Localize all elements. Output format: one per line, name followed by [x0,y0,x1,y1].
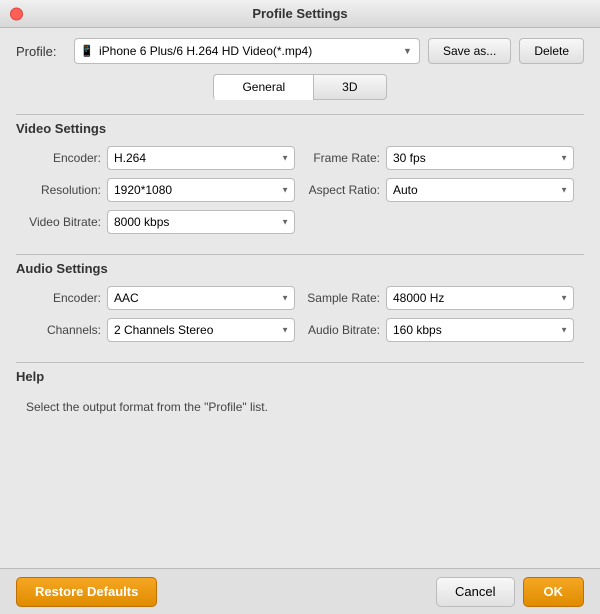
video-divider [16,114,584,115]
video-bitrate-select[interactable]: 8000 kbps 6000 kbps 4000 kbps 2000 kbps [107,210,295,234]
audio-encoder-select-wrapper: AAC MP3 AC3 [107,286,295,310]
frame-rate-label: Frame Rate: [305,151,380,165]
audio-encoder-label: Encoder: [26,291,101,305]
sample-rate-label: Sample Rate: [305,291,380,305]
help-divider [16,362,584,363]
encoder-select[interactable]: H.264 H.265 MPEG-4 [107,146,295,170]
help-title: Help [16,369,584,384]
audio-bitrate-label: Audio Bitrate: [305,323,380,337]
delete-button[interactable]: Delete [519,38,584,64]
audio-divider [16,254,584,255]
resolution-select-wrapper: 1920*1080 1280*720 854*480 640*360 [107,178,295,202]
encoder-label: Encoder: [26,151,101,165]
audio-encoder-row: Encoder: AAC MP3 AC3 [26,286,295,310]
channels-row: Channels: 2 Channels Stereo Mono 5.1 Sur… [26,318,295,342]
video-bitrate-row: Video Bitrate: 8000 kbps 6000 kbps 4000 … [26,210,295,234]
audio-bitrate-select[interactable]: 160 kbps 128 kbps 192 kbps 320 kbps [386,318,574,342]
video-settings-grid: Encoder: H.264 H.265 MPEG-4 Frame Rate: … [16,146,584,234]
help-text: Select the output format from the "Profi… [16,394,584,420]
audio-encoder-select[interactable]: AAC MP3 AC3 [107,286,295,310]
channels-label: Channels: [26,323,101,337]
cancel-button[interactable]: Cancel [436,577,514,607]
aspect-ratio-select-wrapper: Auto 16:9 4:3 1:1 [386,178,574,202]
encoder-row: Encoder: H.264 H.265 MPEG-4 [26,146,295,170]
empty-cell [305,210,574,234]
audio-settings-grid: Encoder: AAC MP3 AC3 Sample Rate: 48000 … [16,286,584,342]
restore-defaults-button[interactable]: Restore Defaults [16,577,157,607]
aspect-ratio-row: Aspect Ratio: Auto 16:9 4:3 1:1 [305,178,574,202]
encoder-select-wrapper: H.264 H.265 MPEG-4 [107,146,295,170]
sample-rate-select-wrapper: 48000 Hz 44100 Hz 22050 Hz [386,286,574,310]
save-as-button[interactable]: Save as... [428,38,511,64]
resolution-row: Resolution: 1920*1080 1280*720 854*480 6… [26,178,295,202]
sample-rate-select[interactable]: 48000 Hz 44100 Hz 22050 Hz [386,286,574,310]
ok-button[interactable]: OK [523,577,585,607]
profile-select[interactable]: iPhone 6 Plus/6 H.264 HD Video(*.mp4) iP… [74,38,420,64]
main-content: Profile: 📱 iPhone 6 Plus/6 H.264 HD Vide… [0,28,600,420]
channels-select-wrapper: 2 Channels Stereo Mono 5.1 Surround [107,318,295,342]
audio-bitrate-row: Audio Bitrate: 160 kbps 128 kbps 192 kbp… [305,318,574,342]
aspect-ratio-select[interactable]: Auto 16:9 4:3 1:1 [386,178,574,202]
video-bitrate-label: Video Bitrate: [26,215,101,229]
resolution-label: Resolution: [26,183,101,197]
profile-select-wrapper: 📱 iPhone 6 Plus/6 H.264 HD Video(*.mp4) … [74,38,420,64]
aspect-ratio-label: Aspect Ratio: [305,183,380,197]
resolution-select[interactable]: 1920*1080 1280*720 854*480 640*360 [107,178,295,202]
window-title: Profile Settings [252,6,347,21]
audio-settings-title: Audio Settings [16,261,584,276]
title-bar: Profile Settings [0,0,600,28]
footer: Restore Defaults Cancel OK [0,568,600,614]
frame-rate-row: Frame Rate: 30 fps 25 fps 24 fps 60 fps [305,146,574,170]
help-section: Help Select the output format from the "… [16,356,584,420]
channels-select[interactable]: 2 Channels Stereo Mono 5.1 Surround [107,318,295,342]
close-button[interactable] [10,7,23,20]
tabs-row: General 3D [16,74,584,100]
tab-3d[interactable]: 3D [313,74,386,100]
audio-settings-section: Audio Settings Encoder: AAC MP3 AC3 Samp… [16,248,584,342]
profile-label: Profile: [16,44,66,59]
sample-rate-row: Sample Rate: 48000 Hz 44100 Hz 22050 Hz [305,286,574,310]
footer-right: Cancel OK [436,577,584,607]
video-bitrate-select-wrapper: 8000 kbps 6000 kbps 4000 kbps 2000 kbps [107,210,295,234]
audio-bitrate-select-wrapper: 160 kbps 128 kbps 192 kbps 320 kbps [386,318,574,342]
frame-rate-select-wrapper: 30 fps 25 fps 24 fps 60 fps [386,146,574,170]
profile-row: Profile: 📱 iPhone 6 Plus/6 H.264 HD Vide… [16,38,584,64]
video-settings-section: Video Settings Encoder: H.264 H.265 MPEG… [16,108,584,234]
video-settings-title: Video Settings [16,121,584,136]
frame-rate-select[interactable]: 30 fps 25 fps 24 fps 60 fps [386,146,574,170]
tab-general[interactable]: General [213,74,313,100]
